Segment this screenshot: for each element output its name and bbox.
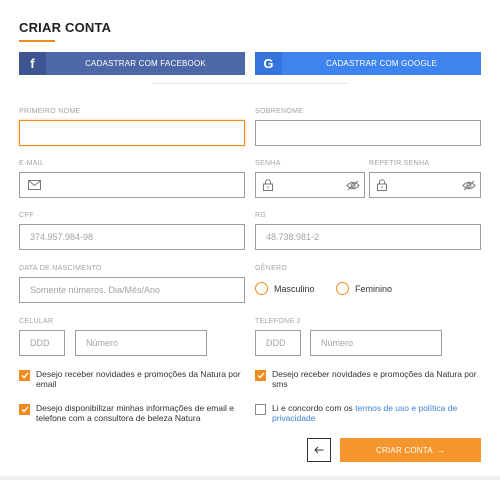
phone2-number-field[interactable] bbox=[310, 330, 442, 356]
first-name-input[interactable] bbox=[20, 121, 244, 145]
cpf-input[interactable] bbox=[20, 225, 244, 249]
email-input[interactable] bbox=[43, 173, 244, 197]
password-label: SENHA bbox=[255, 160, 281, 167]
check-icon bbox=[257, 372, 265, 379]
newsletter-sms-text: Desejo receber novidades e promoções da … bbox=[272, 369, 477, 390]
cellphone-label: CELULAR bbox=[19, 318, 54, 325]
rg-field[interactable] bbox=[255, 224, 481, 250]
first-name-field[interactable] bbox=[19, 120, 245, 146]
birth-date-field[interactable] bbox=[19, 277, 245, 303]
birth-date-input[interactable] bbox=[20, 278, 244, 302]
phone2-number-input[interactable] bbox=[311, 331, 441, 355]
cellphone-number-field[interactable] bbox=[75, 330, 207, 356]
facebook-icon: f bbox=[19, 52, 46, 75]
newsletter-sms-option[interactable]: Desejo receber novidades e promoções da … bbox=[255, 369, 481, 389]
facebook-signup-label: CADASTRAR COM FACEBOOK bbox=[85, 59, 206, 68]
phone2-ddd-field[interactable] bbox=[255, 330, 301, 356]
facebook-signup-button[interactable]: f CADASTRAR COM FACEBOOK bbox=[19, 52, 245, 75]
back-button[interactable] bbox=[307, 438, 331, 462]
password-field[interactable] bbox=[255, 172, 365, 198]
terms-option[interactable]: Li e concordo com os termos de uso e pol… bbox=[255, 403, 481, 423]
password-repeat-field[interactable] bbox=[369, 172, 481, 198]
cellphone-ddd-field[interactable] bbox=[19, 330, 65, 356]
phone2-label: TELEFONE 2 bbox=[255, 318, 301, 325]
page-title: CRIAR CONTA bbox=[19, 20, 112, 35]
check-icon bbox=[21, 372, 29, 379]
phone2-ddd-input[interactable] bbox=[256, 331, 300, 355]
password-repeat-label: REPETIR SENHA bbox=[369, 160, 430, 167]
checkbox-checked[interactable] bbox=[19, 370, 30, 381]
envelope-icon bbox=[26, 180, 44, 190]
lock-icon bbox=[262, 179, 274, 191]
password-repeat-input[interactable] bbox=[388, 173, 462, 197]
bottom-border bbox=[0, 476, 500, 480]
google-signup-label: CADASTRAR COM GOOGLE bbox=[325, 59, 438, 68]
cellphone-ddd-input[interactable] bbox=[20, 331, 64, 355]
gender-option-male[interactable]: Masculino bbox=[255, 282, 315, 295]
create-account-button[interactable]: CRIAR CONTA → bbox=[340, 438, 481, 462]
terms-prefix: Li e concordo com os bbox=[272, 403, 356, 413]
password-input[interactable] bbox=[274, 173, 346, 197]
check-icon bbox=[21, 406, 29, 413]
radio-circle[interactable] bbox=[255, 282, 268, 295]
email-label: E-MAIL bbox=[19, 160, 45, 167]
cpf-label: CPF bbox=[19, 212, 34, 219]
gender-option-label: Masculino bbox=[274, 283, 315, 294]
first-name-label: PRIMEIRO NOME bbox=[19, 108, 81, 115]
gender-option-label: Feminino bbox=[355, 283, 393, 294]
checkbox-checked[interactable] bbox=[19, 404, 30, 415]
terms-text: Li e concordo com os termos de uso e pol… bbox=[272, 403, 481, 423]
google-icon: G bbox=[255, 52, 282, 75]
arrow-left-icon bbox=[314, 446, 324, 454]
last-name-label: SOBRENOME bbox=[255, 108, 304, 115]
gender-label: GÊNERO bbox=[255, 265, 288, 272]
create-account-label: CRIAR CONTA bbox=[376, 445, 433, 455]
lock-icon bbox=[376, 179, 389, 191]
cpf-field[interactable] bbox=[19, 224, 245, 250]
birth-date-label: DATA DE NASCIMENTO bbox=[19, 265, 102, 272]
arrow-right-icon: → bbox=[436, 445, 445, 455]
share-info-option[interactable]: Desejo disponibilizar minhas informações… bbox=[19, 403, 249, 423]
title-underline bbox=[19, 40, 55, 42]
rg-label: RG bbox=[255, 212, 267, 219]
google-signup-button[interactable]: G CADASTRAR COM GOOGLE bbox=[255, 52, 481, 75]
cellphone-number-input[interactable] bbox=[76, 331, 206, 355]
share-info-text: Desejo disponibilizar minhas informações… bbox=[36, 403, 234, 424]
newsletter-email-text: Desejo receber novidades e promoções da … bbox=[36, 369, 241, 390]
email-field[interactable] bbox=[19, 172, 245, 198]
gender-option-female[interactable]: Feminino bbox=[336, 282, 392, 295]
last-name-input[interactable] bbox=[256, 121, 480, 145]
checkbox-checked[interactable] bbox=[255, 370, 266, 381]
radio-circle[interactable] bbox=[336, 282, 349, 295]
divider bbox=[152, 83, 348, 84]
newsletter-email-option[interactable]: Desejo receber novidades e promoções da … bbox=[19, 369, 249, 389]
eye-off-icon[interactable] bbox=[346, 180, 360, 191]
checkbox-unchecked[interactable] bbox=[255, 404, 266, 415]
last-name-field[interactable] bbox=[255, 120, 481, 146]
eye-off-icon[interactable] bbox=[462, 180, 476, 191]
rg-input[interactable] bbox=[256, 225, 480, 249]
